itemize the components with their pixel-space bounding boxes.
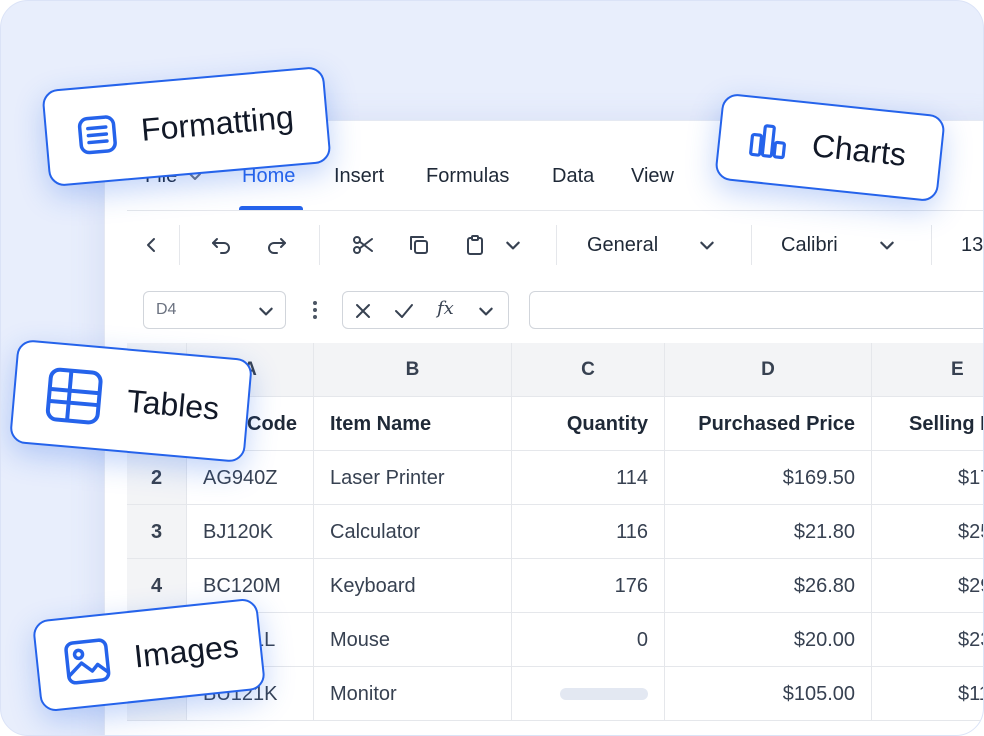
table-cell-qty[interactable]: 114 [512, 451, 665, 505]
chevron-left-icon[interactable] [137, 231, 165, 259]
table-cell-sell[interactable]: $25.00 [872, 505, 983, 559]
image-icon [62, 636, 113, 687]
column-header-e-label: E [951, 359, 964, 380]
table-cell-name[interactable]: Mouse [314, 613, 512, 667]
bar-chart-icon [746, 119, 790, 163]
copy-icon[interactable] [405, 231, 433, 259]
cell-b1[interactable]: Item Name [314, 397, 512, 451]
toolbar-separator [319, 225, 320, 265]
cell-text: $23.00 [958, 629, 983, 651]
toolbar-separator [931, 225, 932, 265]
toolbar: General Calibri 13 [105, 211, 983, 277]
formula-row: D4 fx [105, 291, 983, 331]
table-cell-qty[interactable]: 0 [512, 613, 665, 667]
table-cell-sell[interactable]: $115.00 [872, 667, 983, 721]
cell-e1[interactable]: Selling Price [872, 397, 983, 451]
table-cell-qty[interactable]: 176 [512, 559, 665, 613]
toolbar-separator [179, 225, 180, 265]
row-header[interactable]: 3 [127, 505, 187, 559]
column-header-b[interactable]: B [314, 343, 512, 397]
table-cell-price[interactable]: $21.80 [665, 505, 872, 559]
table-cell-sell[interactable]: $179.00 [872, 451, 983, 505]
toolbar-separator [751, 225, 752, 265]
menu-insert[interactable]: Insert [334, 163, 384, 189]
table-cell-name[interactable]: Monitor [314, 667, 512, 721]
cell-text: $29.00 [958, 575, 983, 597]
chevron-down-icon[interactable] [873, 231, 901, 259]
tables-badge-label: Tables [125, 382, 221, 427]
cell-text: $179.00 [958, 467, 983, 489]
font-name-select[interactable]: Calibri [781, 233, 838, 257]
toolbar-separator [556, 225, 557, 265]
column-header-c[interactable]: C [512, 343, 665, 397]
table-cell-qty[interactable] [512, 667, 665, 721]
formula-actions: fx [342, 291, 509, 329]
font-size-select[interactable]: 13 [961, 233, 983, 257]
check-icon[interactable] [393, 301, 415, 321]
charts-badge-label: Charts [810, 127, 908, 173]
chevron-down-icon[interactable] [499, 231, 527, 259]
redo-icon[interactable] [263, 231, 291, 259]
undo-icon[interactable] [207, 231, 235, 259]
menu-view[interactable]: View [631, 163, 674, 189]
column-header-e[interactable]: E [872, 343, 983, 397]
table-cell-name[interactable]: Laser Printer [314, 451, 512, 505]
chevron-down-icon[interactable] [477, 302, 495, 320]
table-cell-price[interactable]: $169.50 [665, 451, 872, 505]
cell-e1-text: Selling Price [909, 413, 983, 435]
app-frame: File Home Insert Formulas Data View [0, 0, 984, 736]
table-cell-price[interactable]: $105.00 [665, 667, 872, 721]
number-format-select[interactable]: General [587, 233, 658, 257]
formula-input[interactable] [529, 291, 983, 329]
cell-c1[interactable]: Quantity [512, 397, 665, 451]
table-cell-name[interactable]: Keyboard [314, 559, 512, 613]
function-icon[interactable]: fx [437, 298, 454, 319]
name-box[interactable]: D4 [143, 291, 286, 329]
name-box-value: D4 [156, 301, 177, 318]
formatting-badge-label: Formatting [139, 98, 296, 148]
cell-text: $25.00 [958, 521, 983, 543]
close-icon[interactable] [353, 301, 373, 321]
table-cell-sell[interactable]: $23.00 [872, 613, 983, 667]
table-grid-icon [43, 365, 106, 428]
paste-icon[interactable] [461, 231, 489, 259]
more-vertical-icon[interactable] [305, 299, 325, 321]
document-list-icon [76, 113, 119, 156]
chevron-down-icon [257, 302, 275, 320]
images-badge-label: Images [132, 627, 241, 674]
menu-formulas[interactable]: Formulas [426, 163, 509, 189]
loading-placeholder [560, 688, 648, 700]
table-cell-name[interactable]: Calculator [314, 505, 512, 559]
table-cell-qty[interactable]: 116 [512, 505, 665, 559]
menu-data[interactable]: Data [552, 163, 594, 189]
row-header[interactable]: 2 [127, 451, 187, 505]
table-cell-sell[interactable]: $29.00 [872, 559, 983, 613]
tables-badge: Tables [8, 338, 254, 464]
chevron-down-icon[interactable] [693, 231, 721, 259]
table-cell-code[interactable]: BJ120K [187, 505, 314, 559]
column-header-d[interactable]: D [665, 343, 872, 397]
table-cell-price[interactable]: $26.80 [665, 559, 872, 613]
cell-d1[interactable]: Purchased Price [665, 397, 872, 451]
cell-text: $115.00 [958, 683, 983, 705]
table-cell-price[interactable]: $20.00 [665, 613, 872, 667]
cut-icon[interactable] [349, 231, 377, 259]
